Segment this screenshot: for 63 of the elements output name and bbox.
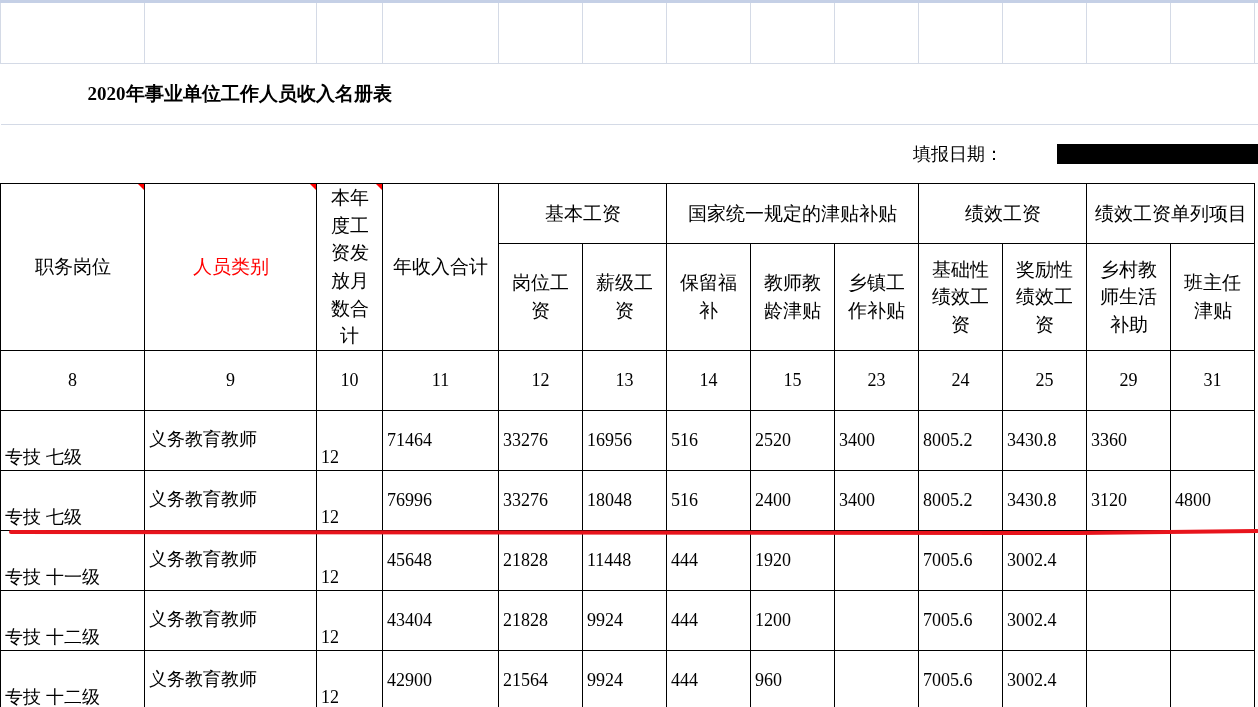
table-cell: 71464 — [382, 410, 499, 471]
column-header: 人员类别 — [144, 183, 317, 351]
table-cell: 2520 — [750, 410, 835, 471]
table-cell: 2400 — [750, 470, 835, 531]
table-cell: 3400 — [834, 410, 919, 471]
column-header: 岗位工资 — [498, 243, 583, 351]
column-number: 12 — [498, 350, 583, 411]
column-header: 基本工资 — [498, 183, 667, 244]
table-cell: 专技 十二级 — [0, 590, 145, 651]
column-number: 13 — [582, 350, 667, 411]
table-cell: 43404 — [382, 590, 499, 651]
table-cell: 9924 — [582, 590, 667, 651]
column-number: 24 — [918, 350, 1003, 411]
column-header: 奖励性绩效工资 — [1002, 243, 1087, 351]
column-header: 薪级工资 — [582, 243, 667, 351]
table-cell: 3400 — [834, 470, 919, 531]
column-number: 25 — [1002, 350, 1087, 411]
column-header: 保留福补 — [666, 243, 751, 351]
table-cell: 3430.8 — [1002, 470, 1087, 531]
table-cell: 516 — [666, 410, 751, 471]
column-number: 8 — [0, 350, 145, 411]
column-number: 31 — [1170, 350, 1255, 411]
table-cell: 516 — [666, 470, 751, 531]
table-cell: 8005.2 — [918, 470, 1003, 531]
column-header: 本年度工资发放月数合计 — [316, 183, 383, 351]
table-cell: 义务教育教师 — [144, 590, 317, 651]
column-number: 23 — [834, 350, 919, 411]
table-cell: 3120 — [1086, 470, 1171, 531]
column-number: 11 — [382, 350, 499, 411]
column-number: 9 — [144, 350, 317, 411]
column-header: 绩效工资 — [918, 183, 1087, 244]
table-cell: 18048 — [582, 470, 667, 531]
table-cell: 8005.2 — [918, 410, 1003, 471]
column-number: 14 — [666, 350, 751, 411]
column-number: 10 — [316, 350, 383, 411]
column-header: 年收入合计 — [382, 183, 499, 351]
table-cell: 21828 — [498, 590, 583, 651]
table-cell: 33276 — [498, 410, 583, 471]
sheet-title: 2020年事业单位工作人员收入名册表 — [86, 83, 392, 104]
column-header: 班主任津贴 — [1170, 243, 1255, 351]
column-header: 绩效工资单列项目 — [1086, 183, 1255, 244]
table-cell: 专技 十二级 — [0, 650, 145, 707]
table-cell: 3430.8 — [1002, 410, 1087, 471]
column-header: 基础性绩效工资 — [918, 243, 1003, 351]
table-cell: 1200 — [750, 590, 835, 651]
table-cell: 12 — [316, 410, 383, 471]
column-number: 15 — [750, 350, 835, 411]
column-header: 乡村教师生活补助 — [1086, 243, 1171, 351]
table-cell: 3002.4 — [1002, 590, 1087, 651]
table-cell: 444 — [666, 590, 751, 651]
column-header: 乡镇工作补贴 — [834, 243, 919, 351]
table-cell: 3360 — [1086, 410, 1171, 471]
table-cell: 16956 — [582, 410, 667, 471]
column-header: 职务岗位 — [0, 183, 145, 351]
table-cell: 专技 十一级 — [0, 530, 145, 591]
table-cell: 义务教育教师 — [144, 410, 317, 471]
column-header: 国家统一规定的津贴补贴 — [666, 183, 919, 244]
table-cell: 专技 七级 — [0, 410, 145, 471]
date-label: 填报日期： — [912, 143, 1003, 166]
table-cell: 12 — [316, 590, 383, 651]
column-number: 29 — [1086, 350, 1171, 411]
table-cell: 7005.6 — [918, 590, 1003, 651]
column-header: 教师教龄津贴 — [750, 243, 835, 351]
